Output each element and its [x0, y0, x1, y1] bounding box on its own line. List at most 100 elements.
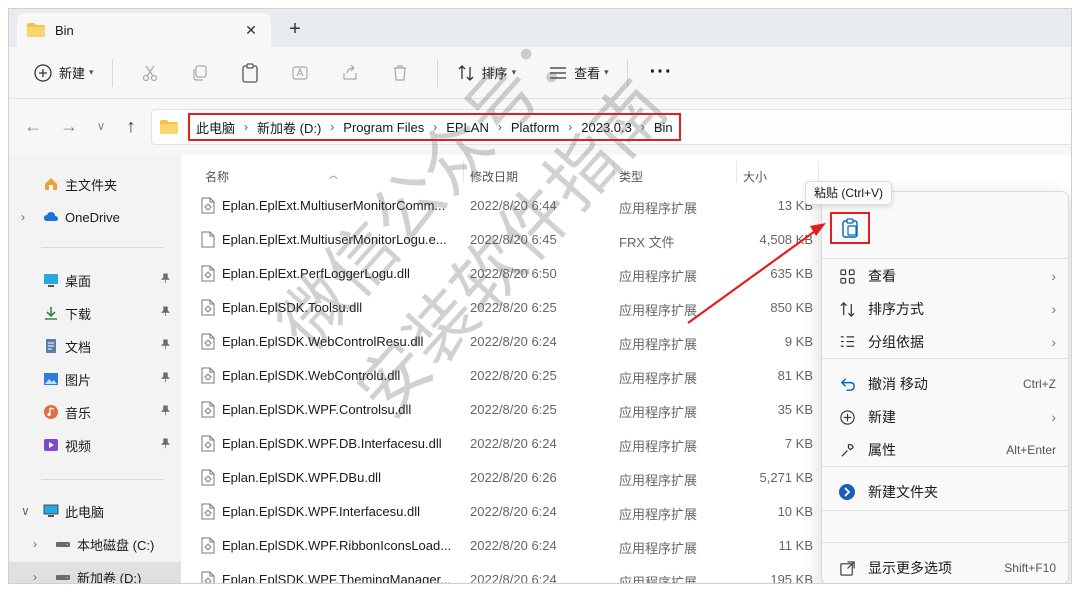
breadcrumb-item[interactable]: 2023.0.3 [579, 120, 634, 135]
file-date: 2022/8/20 6:50 [470, 266, 557, 281]
close-tab-icon[interactable]: ✕ [241, 22, 261, 39]
file-row[interactable]: Eplan.EplSDK.WPF.DBu.dll 2022/8/20 6:26 应用… [181, 461, 821, 495]
more-options-button[interactable]: ··· [650, 61, 673, 84]
file-row[interactable]: Eplan.EplSDK.WebControlu.dll 2022/8/20 6:… [181, 359, 821, 393]
tab-bin[interactable]: Bin ✕ [17, 13, 271, 47]
paste-button[interactable] [225, 57, 275, 89]
new-button[interactable]: 新建 ▾ [27, 57, 100, 89]
sidebar-item-label: 新加卷 (D:) [77, 570, 142, 584]
file-date: 2022/8/20 6:25 [470, 402, 557, 417]
file-row[interactable]: Eplan.EplSDK.WPF.Interfacesu.dll 2022/8/2… [181, 495, 821, 529]
chevron-down-icon[interactable]: ∨ [21, 504, 35, 518]
pin-icon[interactable] [160, 405, 171, 419]
sidebar-item[interactable]: › OneDrive [9, 202, 181, 232]
column-type[interactable]: 类型 [619, 168, 643, 185]
sort-button[interactable]: 排序 ▾ [450, 57, 523, 89]
pin-icon[interactable] [160, 438, 171, 452]
cut-button[interactable] [125, 57, 175, 89]
breadcrumb-separator-icon[interactable]: › [237, 120, 255, 134]
rename-button[interactable] [275, 57, 325, 89]
breadcrumb-separator-icon[interactable]: › [491, 120, 509, 134]
breadcrumb-item[interactable]: EPLAN [444, 120, 491, 135]
column-modified[interactable]: 修改日期 [470, 168, 518, 185]
context-menu-item[interactable]: 撤消 移动 Ctrl+Z [822, 368, 1068, 400]
menu-item-label: 属性 [868, 442, 896, 458]
column-size[interactable]: 大小 [743, 168, 767, 185]
file-name: Eplan.EplSDK.Toolsu.dll [222, 300, 363, 315]
menu-item-shortcut: Ctrl+Z [1023, 377, 1056, 391]
sidebar-item[interactable]: 音乐 [9, 397, 181, 427]
column-divider[interactable] [736, 161, 737, 183]
forward-button[interactable]: → [57, 115, 81, 137]
view-button-label: 查看 [574, 66, 601, 81]
sidebar-item[interactable]: 视频 [9, 430, 181, 460]
chevron-right-icon[interactable]: › [33, 570, 47, 583]
context-menu-item[interactable]: 排序方式 › [822, 293, 1068, 325]
file-row[interactable]: Eplan.EplSDK.Toolsu.dll 2022/8/20 6:25 应用程… [181, 291, 821, 325]
address-bar[interactable]: 此电脑 › 新加卷 (D:) › Program Files › EPLAN › Platfor… [151, 109, 1071, 145]
copy-button[interactable] [175, 57, 225, 89]
sidebar-item[interactable]: 图片 [9, 364, 181, 394]
file-size: 9 KB [784, 334, 813, 349]
file-row[interactable]: Eplan.EplExt.MultiuserMonitorComm... 2022… [181, 189, 821, 223]
column-name[interactable]: 名称 [205, 168, 229, 185]
sidebar-item[interactable]: 文档 [9, 331, 181, 361]
sidebar-item[interactable]: 下载 [9, 298, 181, 328]
breadcrumb-separator-icon[interactable]: › [426, 120, 444, 134]
context-menu-item[interactable]: 分组依据 › [822, 326, 1068, 358]
sidebar-item[interactable]: › 本地磁盘 (C:) [9, 529, 181, 559]
file-row[interactable]: Eplan.EplSDK.WPF.Controlsu.dll 2022/8/20 … [181, 393, 821, 427]
new-tab-button[interactable]: + [281, 17, 309, 43]
sidebar-item[interactable]: 桌面 [9, 265, 181, 295]
sidebar-item[interactable]: › 新加卷 (D:) [9, 562, 181, 584]
file-row[interactable]: Eplan.EplExt.MultiuserMonitorLogu.e... 20… [181, 223, 821, 257]
breadcrumb-item[interactable]: 此电脑 [194, 118, 237, 137]
view-button[interactable]: 查看 ▾ [542, 57, 615, 89]
paste-menu-button[interactable] [830, 212, 870, 244]
column-divider[interactable] [463, 161, 464, 183]
breadcrumb-separator-icon[interactable]: › [561, 120, 579, 134]
command-bar: 新建 ▾ 排序 ▾ 查看 ▾ ··· [9, 47, 1071, 99]
breadcrumb-item[interactable]: Bin [652, 120, 675, 135]
up-button[interactable]: ↑ [119, 115, 143, 137]
delete-button[interactable] [375, 57, 425, 89]
pin-icon[interactable] [160, 273, 171, 287]
breadcrumb-item[interactable]: Program Files [341, 120, 426, 135]
sidebar-item[interactable]: ∨ 此电脑 [9, 496, 181, 526]
pin-icon[interactable] [160, 339, 171, 353]
sidebar-item[interactable]: 主文件夹 [9, 169, 181, 199]
tab-bar: Bin ✕ + [9, 9, 1071, 47]
column-divider[interactable] [818, 161, 819, 183]
breadcrumb-separator-icon[interactable]: › [634, 120, 652, 134]
sidebar-divider [41, 247, 163, 248]
chevron-right-icon[interactable]: › [33, 537, 47, 551]
context-menu-item[interactable]: 新建文件夹 [822, 476, 1068, 508]
breadcrumb: 此电脑 › 新加卷 (D:) › Program Files › EPLAN › Platfor… [188, 113, 681, 141]
pin-icon[interactable] [160, 372, 171, 386]
context-menu-item[interactable]: 显示更多选项 Shift+F10 [822, 552, 1068, 583]
sidebar-item-label: 图片 [65, 372, 92, 388]
file-row[interactable]: Eplan.EplSDK.WPF.ThemingManager... 2022/8… [181, 563, 821, 583]
sidebar-item-label: 本地磁盘 (C:) [77, 537, 155, 553]
pin-icon[interactable] [160, 306, 171, 320]
breadcrumb-item[interactable]: Platform [509, 120, 561, 135]
column-divider[interactable] [613, 161, 614, 183]
chevron-right-icon[interactable]: › [21, 210, 35, 224]
breadcrumb-separator-icon[interactable]: › [323, 120, 341, 134]
file-row[interactable]: Eplan.EplExt.PerfLoggerLogu.dll 2022/8/20… [181, 257, 821, 291]
menu-item-label: 新建文件夹 [868, 484, 938, 500]
file-row[interactable]: Eplan.EplSDK.WPF.RibbonIconsLoad... 2022/… [181, 529, 821, 563]
file-type: 应用程序扩展 [619, 269, 698, 284]
back-button[interactable]: ← [21, 115, 45, 137]
sidebar-item-label: 此电脑 [65, 504, 105, 520]
context-menu-item[interactable]: 新建 › [822, 401, 1068, 433]
recent-locations-button[interactable]: ∨ [89, 115, 113, 137]
view-lines-icon [550, 66, 567, 79]
context-menu-item[interactable]: 查看 › [822, 260, 1068, 292]
dll-file-icon [201, 537, 215, 554]
share-button[interactable] [325, 57, 375, 89]
breadcrumb-item[interactable]: 新加卷 (D:) [255, 118, 323, 137]
file-row[interactable]: Eplan.EplSDK.WPF.DB.Interfacesu.dll 2022/… [181, 427, 821, 461]
context-menu-item[interactable]: 属性 Alt+Enter [822, 434, 1068, 466]
file-row[interactable]: Eplan.EplSDK.WebControlResu.dll 2022/8/20… [181, 325, 821, 359]
